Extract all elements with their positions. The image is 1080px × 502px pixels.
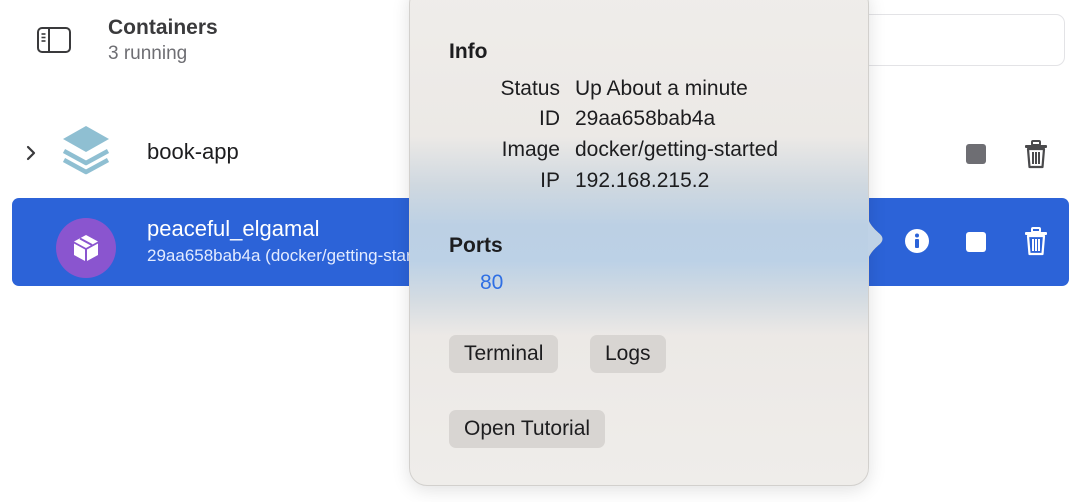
container-name: peaceful_elgamal [147,216,320,241]
container-name: book-app [147,139,239,164]
stop-button[interactable] [965,143,987,165]
container-subtitle: 29aa658bab4a (docker/getting-started) [147,246,441,265]
stack-icon [56,122,116,184]
status-label: Status [500,77,560,100]
search-input[interactable] [850,14,1065,66]
info-icon [905,229,929,253]
sidebar-toggle-icon[interactable] [36,26,72,54]
ports-heading: Ports [449,234,503,257]
delete-button[interactable] [1020,138,1052,170]
terminal-button[interactable]: Terminal [449,335,559,373]
id-label: ID [539,107,560,130]
popover-content: Info Status Up About a minute ID 29aa658… [409,0,869,490]
image-value: docker/getting-started [575,138,779,161]
containers-window: Containers 3 running book-app peaceful_e… [0,0,1080,502]
stop-button[interactable] [965,231,987,253]
image-label: Image [501,138,560,161]
id-value: 29aa658bab4a [575,107,716,130]
cube-icon [56,218,116,278]
page-title: Containers [108,16,218,39]
trash-icon [1025,140,1047,169]
ip-value: 192.168.215.2 [575,169,710,192]
logs-button[interactable]: Logs [590,335,666,373]
trash-icon [1025,227,1047,256]
running-count: 3 running [108,43,188,64]
popover-arrow [867,219,894,259]
info-heading: Info [449,40,488,63]
ip-label: IP [540,169,560,192]
info-button[interactable] [902,226,932,256]
port-link[interactable]: 80 [480,271,503,295]
delete-button[interactable] [1020,225,1052,257]
open-tutorial-button[interactable]: Open Tutorial [449,410,606,448]
chevron-right-icon[interactable] [24,142,38,164]
status-value: Up About a minute [575,77,748,100]
